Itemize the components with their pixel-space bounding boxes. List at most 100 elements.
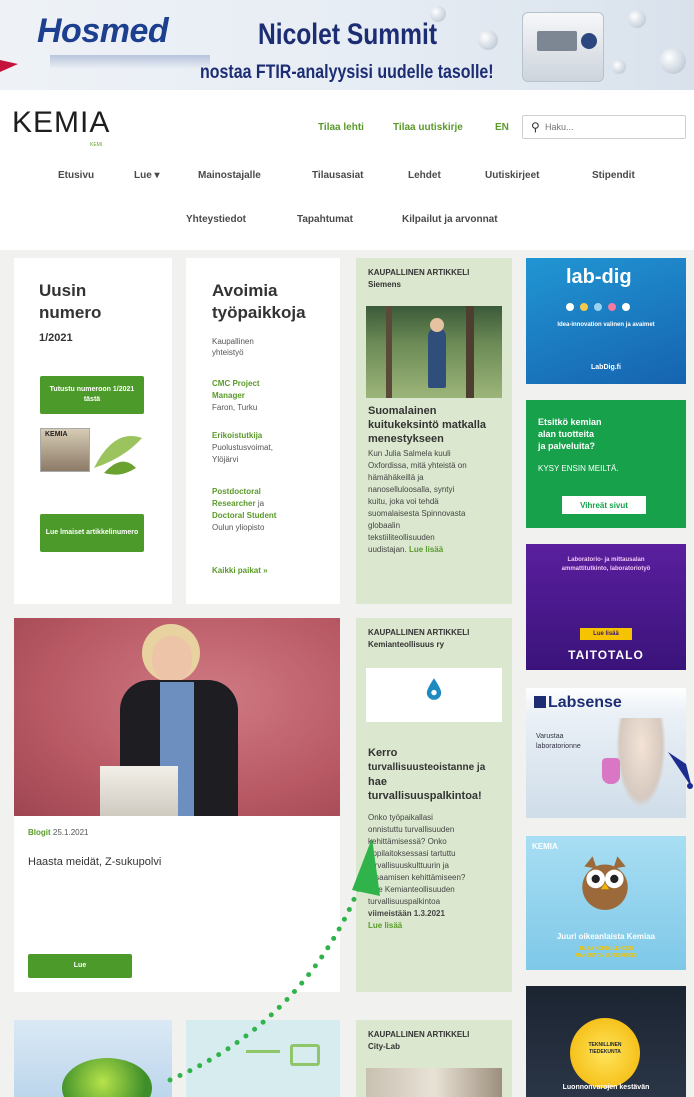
tekniikka-ad[interactable]: TEKNILLINEN TIEDEKUNTA Luonnonvarojen ke… [526, 986, 686, 1097]
search-icon[interactable]: ⚲ [531, 120, 540, 134]
subscribe-magazine-link[interactable]: Tilaa lehti [318, 122, 364, 133]
nav-item-lue[interactable]: Lue ▾ [134, 170, 160, 181]
blog-category-link[interactable]: Blogit [28, 828, 51, 837]
pipe-shape [246, 1050, 280, 1053]
vihreat-sivut-ad[interactable]: Etsitkö kemian alan tuotteita ja palvelu… [526, 400, 686, 528]
person-face [152, 636, 192, 682]
vihreat-line: alan tuotteita [538, 429, 595, 439]
view-issue-button[interactable]: Tutustu numeroon 1/2021 tästä [40, 376, 144, 414]
job-title-link[interactable]: Doctoral Student [212, 511, 276, 520]
device-screen [537, 31, 577, 51]
excerpt-line: oppilaitoksessasi tartuttu [368, 849, 456, 858]
sponsored-article-card[interactable]: KAUPALLINEN ARTIKKELI Siemens Suomalaine… [356, 258, 512, 604]
nav-item-yhteystiedot[interactable]: Yhteystiedot [186, 214, 246, 225]
labdig-logo: lab-dig [566, 266, 632, 288]
article-image[interactable] [366, 1068, 502, 1097]
lab-person [616, 718, 666, 808]
device-outline [290, 1044, 320, 1066]
article-title[interactable]: Suomalainen kuituk​eksintö matkalla mene… [368, 404, 486, 446]
read-more-link[interactable]: Lue lisää [368, 921, 402, 930]
kemia-ad-logo: KEMIA [532, 842, 558, 851]
excerpt-line: nanoselluloosalla, syntyi [368, 485, 455, 494]
all-jobs-link[interactable]: Kaikki paikat » [212, 566, 268, 575]
excerpt-line: onnistuttu turvallisuuden [368, 825, 455, 834]
read-blog-button[interactable]: Lue [28, 954, 132, 978]
labsense-mark-icon [534, 696, 546, 708]
nav-item-tapahtumat[interactable]: Tapahtumat [297, 214, 353, 225]
blog-title[interactable]: Haasta meidät, Z-sukupolvi [28, 856, 161, 868]
tree-trunk [386, 306, 392, 398]
job-title-link[interactable]: Manager [212, 391, 245, 400]
taitotalo-ad[interactable]: Laboratorio- ja mittausalan ammattitutki… [526, 544, 686, 670]
job-title-link[interactable]: Researcher [212, 499, 256, 508]
labsense-ad[interactable]: Labsense Varustaa laboratorionne [526, 688, 686, 818]
jobs-sub: Kaupallinen yhteistyö [212, 336, 254, 358]
subscribe-newsletter-link[interactable]: Tilaa uutiskirje [393, 122, 463, 133]
blog-image[interactable] [14, 618, 340, 816]
labdig-ad[interactable]: lab-dig Idea-innovation valinen ja avaim… [526, 258, 686, 384]
nav-item-lehdet[interactable]: Lehdet [408, 170, 441, 181]
arrow-pointer-icon [0, 60, 18, 72]
excerpt-line: -osaamisen kehittämiseen? [368, 873, 466, 882]
read-free-issue-button[interactable]: Lue lmaiset artikkelinumero [40, 514, 144, 552]
article-image[interactable] [366, 306, 502, 398]
nav-item-uutiskirjeet[interactable]: Uutiskirjeet [485, 170, 539, 181]
jobs-title-line: Avoimia [212, 281, 278, 300]
kemia-ad-sub-line: MAKSUTON UUTISKIRJE! [575, 953, 637, 959]
molecule-decoration [660, 48, 686, 74]
labsense-line: laboratorionne [536, 743, 581, 750]
search-input[interactable] [545, 119, 681, 135]
excerpt-line: turvallisuuskulttuurin ja [368, 861, 449, 870]
latest-issue-title: Uusin numero [39, 280, 101, 324]
kemia-newsletter-ad[interactable]: KEMIA Juuri oikeanlaista Kemiaa TILAA KE… [526, 836, 686, 970]
sponsored-article-card[interactable]: KAUPALLINEN ARTIKKELI City-Lab [356, 1020, 512, 1097]
sponsored-kicker: KAUPALLINEN ARTIKKELI [368, 1030, 470, 1039]
vihreat-line: Etsitkö kemian [538, 417, 602, 427]
sponsor-logo[interactable] [366, 668, 502, 722]
search-box[interactable]: ⚲ [522, 115, 686, 139]
article-title[interactable]: Kerro turvallisuusteoistanne ja hae turv… [368, 746, 485, 803]
job-title-link[interactable]: CMC Project [212, 379, 260, 388]
banner-tagline: nostaa FTIR-analyysisi uudelle tasolle! [200, 62, 494, 83]
jobs-title-line: työpaikkoja [212, 303, 306, 322]
job-title-link[interactable]: Postdoctoral [212, 487, 261, 496]
excerpt-line: Kun Julia Salmela kuuli [368, 449, 451, 458]
labsense-logo: Labsense [534, 694, 622, 712]
ftir-device-image [522, 12, 604, 82]
molecule-decoration [628, 10, 646, 28]
job-listing[interactable]: CMC Project Manager Faron, Turku [212, 376, 260, 412]
article-title-line: Suomalainen [368, 405, 437, 417]
nav-item-stipendit[interactable]: Stipendit [592, 170, 635, 181]
sponsored-article-card[interactable]: KAUPALLINEN ARTIKKELI Kemianteollisuus r… [356, 618, 512, 992]
taitotalo-button[interactable]: Lue lisää [580, 628, 632, 640]
molecule-decoration [478, 30, 498, 50]
article-excerpt: Kun Julia Salmela kuuli Oxfordissa, mitä… [368, 448, 467, 556]
dot-icon [566, 303, 574, 311]
bottom-card-image[interactable] [186, 1020, 340, 1097]
blog-meta: Blogit 25.1.2021 [28, 828, 89, 837]
top-banner-ad[interactable]: Hosmed Nicolet Summit nostaa FTIR-analyy… [0, 0, 694, 90]
nav-item-etusivu[interactable]: Etusivu [58, 170, 94, 181]
nav-item-kilpailut[interactable]: Kilpailut ja arvonnat [402, 214, 498, 225]
excerpt-line: Onko työpaikallasi [368, 813, 433, 822]
blog-date: 25.1.2021 [52, 828, 89, 837]
job-listing[interactable]: Postdoctoral Researcher ja Doctoral Stud… [212, 484, 276, 532]
excerpt-line: turvallisuuspalkintoa [368, 897, 441, 906]
site-logo[interactable]: KEMIA [12, 106, 110, 140]
vihreat-button[interactable]: Vihreät sivut [562, 496, 646, 514]
person-head [430, 318, 444, 332]
language-en-link[interactable]: EN [495, 122, 509, 133]
nav-item-tilausasiat[interactable]: Tilausasiat [312, 170, 364, 181]
bottom-card-image[interactable] [14, 1020, 172, 1097]
magazine-cover-image[interactable]: KEMIA [40, 428, 144, 480]
kemia-ad-sub-line: TILAA KEMIA-LEHDEN [578, 946, 634, 952]
job-listing[interactable]: Erikoistutkija Puolustusvoimat, Ylöjärvi [212, 428, 273, 464]
job-title-connector: ja [255, 499, 265, 508]
job-org: Ylöjärvi [212, 455, 239, 464]
job-title-link[interactable]: Erikoistutkija [212, 431, 262, 440]
site-header: KEMIA KEMI Tilaa lehti Tilaa uutiskirje … [0, 90, 694, 250]
molecule-decoration [612, 60, 626, 74]
owl-icon [582, 856, 628, 910]
nav-item-mainostajalle[interactable]: Mainostajalle [198, 170, 261, 181]
read-more-link[interactable]: Lue lisää [409, 545, 443, 554]
